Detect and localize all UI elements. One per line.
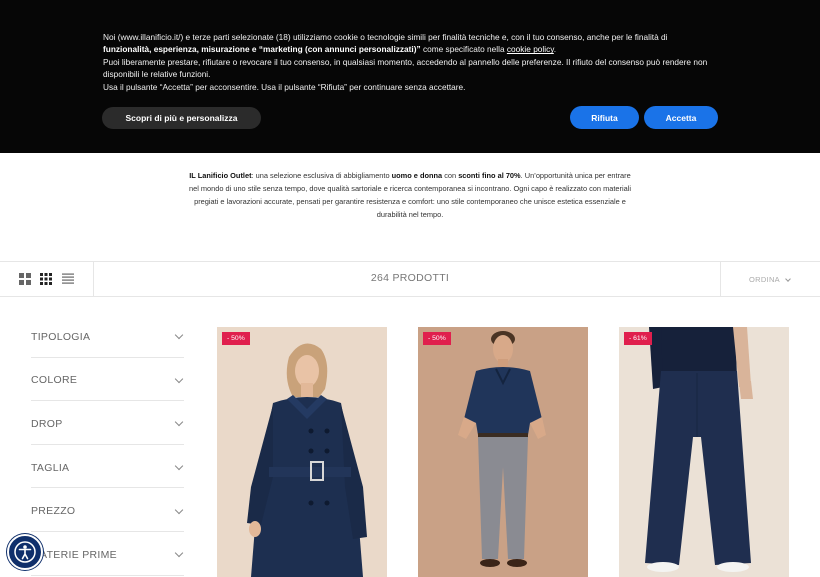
filter-drop[interactable]: DROP bbox=[31, 401, 184, 445]
grid-2-icon[interactable] bbox=[19, 273, 31, 285]
cookie-policy-link[interactable]: cookie policy bbox=[507, 44, 554, 54]
intro-text-2: con bbox=[442, 171, 459, 180]
chevron-down-icon bbox=[174, 418, 184, 427]
filter-label: TIPOLOGIA bbox=[31, 330, 91, 343]
product-image bbox=[418, 327, 588, 577]
cookie-banner: Noi (www.illanificio.it/) e terze parti … bbox=[0, 0, 820, 153]
filter-label: PREZZO bbox=[31, 505, 76, 518]
filter-label: DROP bbox=[31, 417, 63, 430]
filter-label: COLORE bbox=[31, 374, 78, 387]
product-card[interactable]: - 61% bbox=[619, 327, 789, 577]
intro-bold-gender: uomo e donna bbox=[391, 171, 443, 180]
sort-dropdown[interactable]: ORDINA bbox=[720, 262, 820, 297]
product-card[interactable]: - 50% bbox=[418, 327, 588, 577]
filter-prezzo[interactable]: PREZZO bbox=[31, 488, 184, 532]
filter-label: TAGLIA bbox=[31, 461, 70, 474]
cookie-text-line3: Puoi liberamente prestare, rifiutare o r… bbox=[103, 56, 708, 80]
chevron-down-icon bbox=[174, 461, 184, 471]
cookie-text-period: . bbox=[553, 44, 557, 55]
filter-colore[interactable]: COLORE bbox=[31, 358, 184, 402]
filter-tipologia[interactable]: TIPOLOGIA bbox=[31, 314, 184, 358]
chevron-down-icon bbox=[174, 331, 184, 340]
customize-button[interactable]: Scopri di più e personalizza bbox=[102, 107, 261, 129]
cookie-text-purposes: funzionalità, esperienza, misurazione e … bbox=[103, 44, 421, 55]
product-image bbox=[619, 327, 789, 577]
discount-badge: - 50% bbox=[423, 332, 451, 345]
intro-brand: IL Lanificio Outlet bbox=[189, 171, 252, 180]
chevron-down-icon bbox=[174, 505, 184, 514]
product-card[interactable]: - 50% bbox=[217, 327, 387, 577]
discount-badge: - 50% bbox=[222, 332, 250, 345]
cookie-text-line2: come specificato nella bbox=[420, 44, 507, 55]
filter-label: MATERIE PRIME bbox=[31, 548, 117, 561]
discount-badge: - 61% bbox=[624, 332, 652, 345]
filter-taglia[interactable]: TAGLIA bbox=[31, 445, 184, 489]
chevron-down-icon bbox=[174, 374, 184, 384]
chevron-down-icon bbox=[174, 549, 184, 558]
grid-3-icon[interactable] bbox=[40, 273, 52, 285]
cookie-text: Noi (www.illanificio.it/) e terze parti … bbox=[103, 31, 723, 93]
intro-text-1: : una selezione esclusiva di abbigliamen… bbox=[251, 171, 392, 180]
intro-bold-discount: sconti fino al 70% bbox=[458, 171, 521, 180]
reject-button[interactable]: Rifiuta bbox=[570, 106, 639, 129]
chevron-down-icon bbox=[785, 275, 791, 282]
list-icon[interactable] bbox=[62, 273, 74, 285]
product-image bbox=[217, 327, 387, 577]
product-count: 264 PRODOTTI bbox=[370, 272, 450, 284]
sort-label: ORDINA bbox=[749, 275, 780, 284]
listing-toolbar: 264 PRODOTTI ORDINA bbox=[0, 261, 820, 297]
cookie-text-line4: Usa il pulsante “Accetta” per acconsenti… bbox=[103, 81, 466, 92]
accept-button[interactable]: Accetta bbox=[644, 106, 718, 129]
cookie-text-line1: Noi (www.illanificio.it/) e terze parti … bbox=[103, 32, 668, 42]
filter-sidebar: TIPOLOGIA COLORE DROP TAGLIA PREZZO MATE… bbox=[31, 314, 184, 576]
outlet-intro: IL Lanificio Outlet: una selezione esclu… bbox=[188, 169, 632, 221]
accessibility-button[interactable] bbox=[7, 534, 43, 570]
accessibility-icon bbox=[14, 541, 36, 563]
filter-materie-prime[interactable]: MATERIE PRIME bbox=[31, 532, 184, 576]
view-switcher bbox=[0, 262, 94, 297]
